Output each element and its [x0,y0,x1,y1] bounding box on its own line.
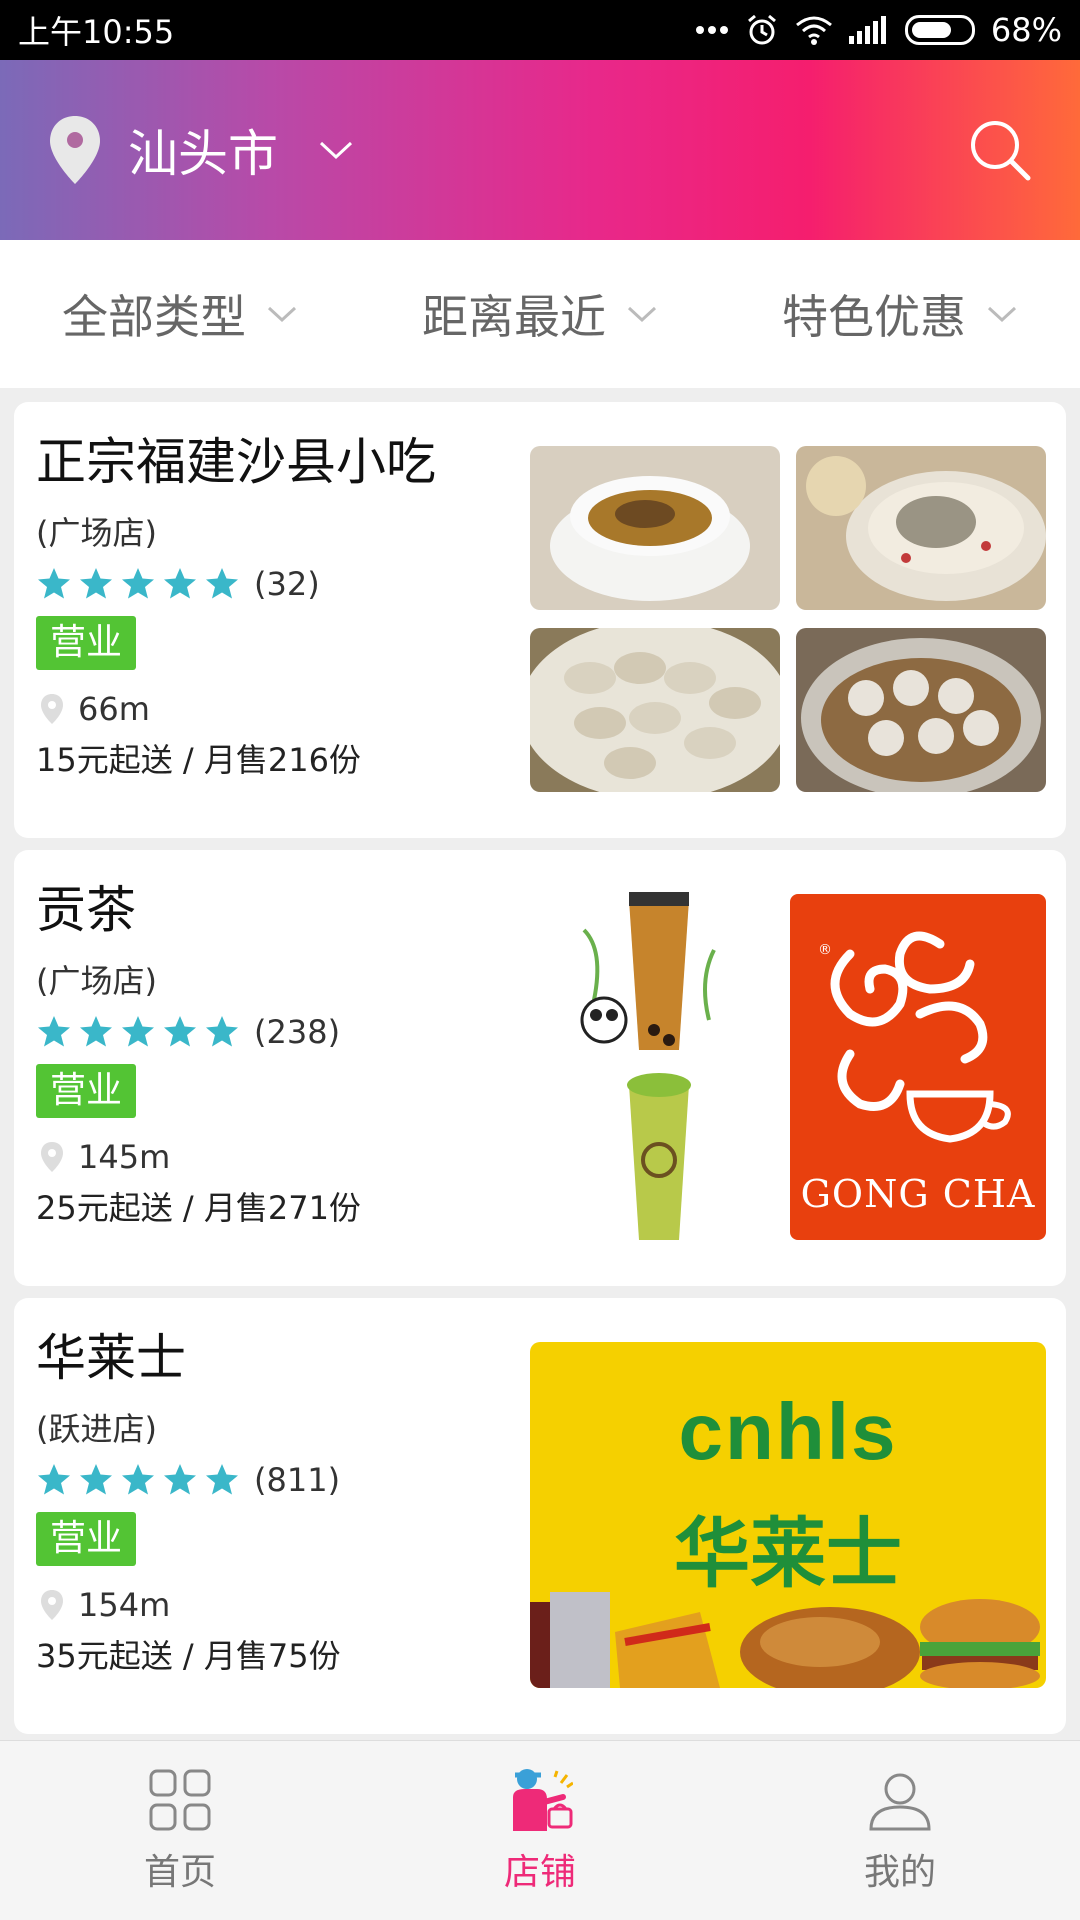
filter-promotions-label: 特色优惠 [782,290,966,344]
wifi-icon [795,15,833,45]
food-photo-soup [530,446,780,610]
location-pin-icon [41,1142,63,1172]
rating-stars [36,566,240,602]
store-distance: 154m [36,1582,506,1628]
star-icon [122,1016,154,1047]
store-branch: (跃进店) [36,1410,157,1448]
chevron-down-icon[interactable] [318,139,354,161]
wallace-logo-latin: cnhls [678,1387,898,1476]
filter-distance[interactable]: 距离最近 [360,281,720,347]
distance-value: 154m [78,1586,171,1624]
more-dots-icon [695,25,729,35]
star-icon [122,1464,154,1495]
star-icon [80,568,112,599]
filter-promotions[interactable]: 特色优惠 [720,281,1080,347]
nav-shop-label: 店铺 [503,1851,576,1893]
store-card[interactable]: 华莱士 (跃进店) (811) 营业 154m 35元起送 / 月售75份 cn… [14,1298,1066,1734]
chevron-down-icon [627,306,657,323]
status-badge: 营业 [36,1064,137,1118]
food-photo-dumplings [530,628,780,792]
status-badge: 营业 [36,616,137,670]
store-rating: (811) [36,1460,506,1500]
location-pin-icon[interactable] [48,114,102,186]
wallace-banner: cnhls 华莱士 [530,1342,1046,1688]
status-badge: 营业 [36,1512,137,1566]
star-icon [38,568,70,599]
shop-icon [513,1768,573,1831]
gongcha-logo-text: GONG CHA [800,1172,1036,1216]
distance-value: 66m [78,690,150,728]
star-icon [206,568,238,599]
signal-icon [848,16,889,44]
store-card[interactable]: 贡茶 (广场店) (238) 营业 145m 25元起送 / 月售271份 ® … [14,850,1066,1286]
nav-home-label: 首页 [143,1851,216,1893]
delivery-info: 35元起送 / 月售75份 [36,1637,341,1675]
delivery-info: 25元起送 / 月售271份 [36,1189,361,1227]
food-photo-steamed-dumplings [796,628,1046,792]
status-bar: 上午10:55 68% [0,0,1080,60]
nav-profile[interactable]: 我的 [720,1741,1080,1920]
search-icon[interactable] [968,118,1032,182]
store-branch: (广场店) [36,962,157,1000]
food-photo-soup-2 [796,446,1046,610]
alarm-icon [745,13,779,47]
location-pin-icon [41,1590,63,1620]
star-icon [206,1016,238,1047]
star-icon [206,1464,238,1495]
star-icon [80,1464,112,1495]
home-grid-icon [149,1769,211,1830]
status-time: 上午10:55 [18,13,175,51]
header-bar: 汕头市 [0,60,1080,240]
store-name: 正宗福建沙县小吃 [36,433,436,491]
drink-cups-image [574,890,734,1246]
filter-distance-label: 距离最近 [422,290,606,344]
store-branch: (广场店) [36,514,157,552]
gongcha-logo: ® GONG CHA [790,894,1046,1240]
filter-category-label: 全部类型 [62,290,246,344]
delivery-info: 15元起送 / 月售216份 [36,741,361,779]
star-icon [164,1464,196,1495]
battery-icon [904,15,975,45]
filter-category[interactable]: 全部类型 [0,281,360,347]
nav-profile-label: 我的 [863,1851,936,1893]
store-card[interactable]: 正宗福建沙县小吃 (广场店) (32) 营业 66m 15元起送 / 月售216… [14,402,1066,838]
review-count: (238) [254,1013,341,1051]
rating-stars [36,1014,240,1050]
chevron-down-icon [267,306,297,323]
store-distance: 66m [36,686,506,732]
filter-bar: 全部类型 距离最近 特色优惠 [0,240,1080,388]
battery-percent: 68% [990,11,1062,49]
user-icon [869,1773,931,1830]
nav-shop[interactable]: 店铺 [360,1741,720,1920]
star-icon [122,568,154,599]
svg-text:®: ® [818,942,832,958]
distance-value: 145m [78,1138,171,1176]
star-icon [80,1016,112,1047]
star-icon [38,1016,70,1047]
rating-stars [36,1462,240,1498]
review-count: (811) [254,1461,341,1499]
store-rating: (238) [36,1012,506,1052]
star-icon [38,1464,70,1495]
chevron-down-icon [987,306,1017,323]
city-selector[interactable]: 汕头市 [128,114,278,186]
store-name: 贡茶 [36,881,136,939]
location-pin-icon [41,694,63,724]
store-distance: 145m [36,1134,506,1180]
star-icon [164,1016,196,1047]
bottom-nav: 首页 店铺 我的 [0,1740,1080,1920]
star-icon [164,568,196,599]
review-count: (32) [254,565,320,603]
nav-home[interactable]: 首页 [0,1741,360,1920]
store-name: 华莱士 [36,1329,186,1387]
store-rating: (32) [36,564,506,604]
